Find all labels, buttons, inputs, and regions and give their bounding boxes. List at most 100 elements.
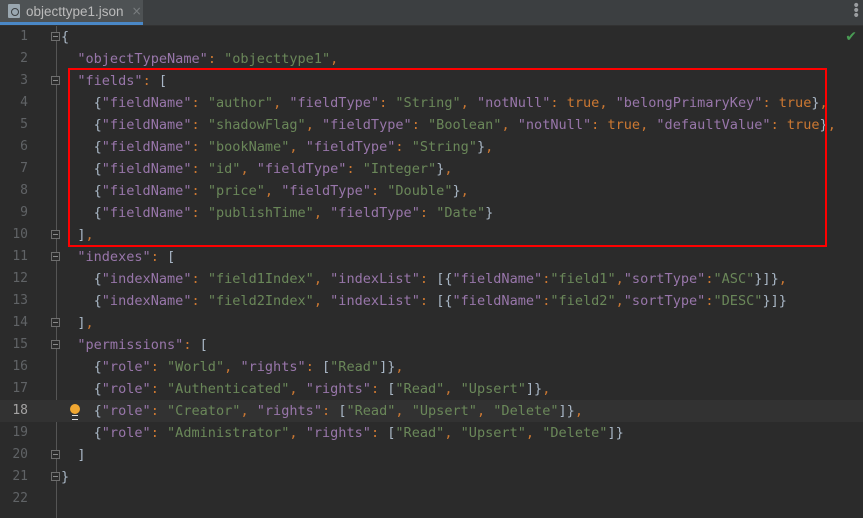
token-punc: , bbox=[85, 315, 94, 331]
token-key: "role" bbox=[101, 359, 151, 375]
token-br: } bbox=[61, 469, 70, 485]
token-str: "Delete" bbox=[493, 403, 559, 419]
editor-tab-bar: objecttype1.json × • • • bbox=[0, 0, 863, 26]
code-line[interactable]: 20 ] bbox=[0, 444, 863, 466]
token-br: }]} bbox=[762, 293, 787, 309]
fields-highlight-box bbox=[68, 68, 827, 247]
token-punc: : bbox=[150, 381, 168, 397]
line-number: 8 bbox=[20, 183, 28, 198]
token-key: "permissions" bbox=[77, 337, 184, 353]
fold-marker-icon[interactable] bbox=[51, 76, 60, 85]
token-punc: , bbox=[574, 403, 583, 419]
line-number: 21 bbox=[12, 469, 28, 484]
code-line[interactable]: 1{ bbox=[0, 26, 863, 48]
token-punc: : bbox=[705, 271, 714, 287]
line-number: 13 bbox=[12, 293, 28, 308]
token-sp bbox=[61, 337, 77, 353]
token-punc: , bbox=[542, 381, 551, 397]
line-number: 9 bbox=[20, 205, 28, 220]
token-punc: , bbox=[615, 271, 624, 287]
line-code: "indexes": [ bbox=[61, 246, 175, 268]
token-punc: , bbox=[330, 51, 339, 67]
token-punc: , bbox=[444, 425, 461, 441]
token-punc: , bbox=[476, 403, 494, 419]
token-key: "rights" bbox=[305, 425, 371, 441]
close-tab-icon[interactable]: × bbox=[132, 4, 142, 18]
token-punc: , bbox=[615, 293, 624, 309]
line-number: 14 bbox=[12, 315, 28, 330]
fold-marker-icon[interactable] bbox=[51, 340, 60, 349]
line-number: 20 bbox=[12, 447, 28, 462]
token-br: ]} bbox=[525, 381, 543, 397]
code-line[interactable]: 19 {"role": "Administrator", "rights": [… bbox=[0, 422, 863, 444]
code-line[interactable]: 16 {"role": "World", "rights": ["Read"]}… bbox=[0, 356, 863, 378]
code-line[interactable]: 22 bbox=[0, 488, 863, 510]
token-punc: : bbox=[183, 337, 200, 353]
token-br: ] bbox=[77, 447, 86, 463]
tab-label: objecttype1.json bbox=[26, 3, 124, 19]
code-line[interactable]: 2 "objectTypeName": "objecttype1", bbox=[0, 48, 863, 70]
code-line[interactable]: 14 ], bbox=[0, 312, 863, 334]
code-line[interactable]: 17 {"role": "Authenticated", "rights": [… bbox=[0, 378, 863, 400]
token-str: "ASC" bbox=[713, 271, 755, 287]
line-code: ] bbox=[61, 444, 85, 466]
line-number: 3 bbox=[20, 73, 28, 88]
token-punc: , bbox=[827, 117, 836, 133]
token-str: "Read" bbox=[346, 403, 396, 419]
line-code: "objectTypeName": "objecttype1", bbox=[61, 48, 338, 70]
more-vertical-icon[interactable]: • • • bbox=[852, 0, 860, 23]
fold-marker-icon[interactable] bbox=[51, 450, 60, 459]
code-line[interactable]: 15 "permissions": [ bbox=[0, 334, 863, 356]
token-punc: : bbox=[150, 249, 168, 265]
code-line[interactable]: 13 {"indexName": "field2Index", "indexLi… bbox=[0, 290, 863, 312]
line-number: 19 bbox=[12, 425, 28, 440]
line-number: 22 bbox=[12, 491, 28, 506]
line-code: {"indexName": "field1Index", "indexList"… bbox=[61, 268, 787, 290]
line-code: } bbox=[61, 466, 69, 488]
token-sp bbox=[61, 293, 94, 309]
line-number: 16 bbox=[12, 359, 28, 374]
token-key: "rights" bbox=[256, 403, 322, 419]
token-br: ]} bbox=[379, 359, 396, 375]
code-line[interactable]: 12 {"indexName": "field1Index", "indexLi… bbox=[0, 268, 863, 290]
token-str: "Read" bbox=[395, 381, 445, 397]
token-br: [{ bbox=[436, 293, 453, 309]
fold-marker-icon[interactable] bbox=[51, 472, 60, 481]
fold-marker-icon[interactable] bbox=[51, 32, 60, 41]
line-number: 15 bbox=[12, 337, 28, 352]
token-key: "indexList" bbox=[330, 293, 420, 309]
line-number: 17 bbox=[12, 381, 28, 396]
token-br: { bbox=[93, 271, 102, 287]
token-sp bbox=[61, 271, 94, 287]
line-code: {"role": "Creator", "rights": ["Read", "… bbox=[61, 400, 583, 422]
token-punc: , bbox=[313, 271, 331, 287]
code-line[interactable]: 18 {"role": "Creator", "rights": ["Read"… bbox=[0, 400, 863, 422]
code-line[interactable]: 21} bbox=[0, 466, 863, 488]
token-str: "field1Index" bbox=[207, 271, 314, 287]
line-code: { bbox=[61, 26, 69, 48]
token-br: ]} bbox=[558, 403, 575, 419]
token-str: "Read" bbox=[330, 359, 380, 375]
token-str: "World" bbox=[167, 359, 225, 375]
token-str: "Upsert" bbox=[411, 403, 477, 419]
line-number: 18 bbox=[12, 403, 28, 418]
code-line[interactable]: 11 "indexes": [ bbox=[0, 246, 863, 268]
token-sp bbox=[61, 315, 77, 331]
line-code: "permissions": [ bbox=[61, 334, 208, 356]
line-code: {"role": "World", "rights": ["Read"]}, bbox=[61, 356, 404, 378]
token-key: "sortType" bbox=[623, 293, 706, 309]
fold-marker-icon[interactable] bbox=[51, 318, 60, 327]
token-punc: : bbox=[191, 271, 208, 287]
token-str: "DESC" bbox=[713, 293, 763, 309]
token-str: "objecttype1" bbox=[224, 51, 331, 67]
token-br: { bbox=[61, 29, 70, 45]
token-sp bbox=[61, 249, 77, 265]
token-str: "Authenticated" bbox=[167, 381, 290, 397]
tab-objecttype1-json[interactable]: objecttype1.json × bbox=[0, 0, 143, 25]
token-punc: : bbox=[207, 51, 225, 67]
line-number: 4 bbox=[20, 95, 28, 110]
fold-marker-icon[interactable] bbox=[51, 230, 60, 239]
token-punc: : bbox=[705, 293, 714, 309]
token-br: { bbox=[93, 293, 102, 309]
fold-marker-icon[interactable] bbox=[51, 252, 60, 261]
